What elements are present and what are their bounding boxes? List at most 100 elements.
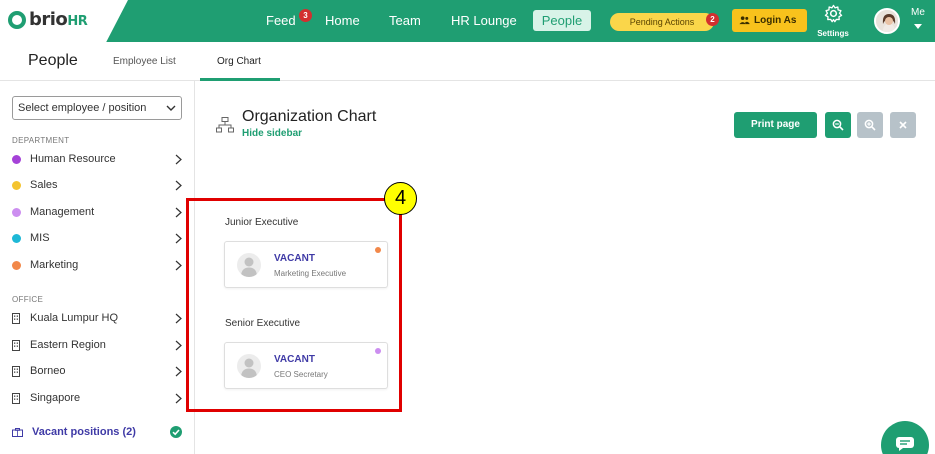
top-navbar: brioHR Feed 3 Home Team HR Lounge People… bbox=[0, 0, 935, 42]
building-icon bbox=[12, 340, 20, 351]
chevron-right-icon bbox=[175, 313, 182, 324]
chevron-right-icon bbox=[175, 340, 182, 351]
settings-label: Settings bbox=[817, 29, 849, 38]
sidebar-item-label: MIS bbox=[30, 232, 50, 244]
chevron-right-icon bbox=[175, 393, 182, 404]
sidebar-item-eastern-region[interactable]: Eastern Region bbox=[12, 337, 184, 355]
department-dot-icon bbox=[12, 181, 21, 190]
zoom-in-button[interactable] bbox=[857, 112, 883, 138]
chevron-right-icon bbox=[175, 366, 182, 377]
chevron-right-icon bbox=[175, 233, 182, 244]
user-avatar[interactable] bbox=[874, 8, 900, 34]
department-status-dot bbox=[375, 348, 381, 354]
sidebar-item-label: Singapore bbox=[30, 392, 81, 404]
chevron-right-icon bbox=[175, 180, 182, 191]
building-icon bbox=[12, 313, 20, 324]
brand-logo[interactable]: brioHR bbox=[8, 9, 88, 30]
department-status-dot bbox=[375, 247, 381, 253]
department-dot-icon bbox=[12, 155, 21, 164]
sidebar-item-singapore[interactable]: Singapore bbox=[12, 390, 184, 408]
department-dot-icon bbox=[12, 234, 21, 243]
nav-feed[interactable]: Feed bbox=[266, 13, 296, 28]
org-chart-title: Organization Chart bbox=[242, 108, 377, 125]
sidebar-item-kuala-lumpur-hq[interactable]: Kuala Lumpur HQ bbox=[12, 310, 184, 328]
login-as-label: Login As bbox=[754, 15, 797, 26]
chevron-right-icon bbox=[175, 154, 182, 165]
sidebar-item-human-resource[interactable]: Human Resource bbox=[12, 151, 184, 169]
employee-position-select[interactable]: Select employee / position bbox=[12, 96, 182, 120]
sidebar-item-label: Marketing bbox=[30, 259, 79, 271]
page-title: People bbox=[28, 52, 78, 69]
zoom-out-button[interactable] bbox=[825, 112, 851, 138]
chat-icon bbox=[896, 437, 914, 451]
group-label-senior-executive: Senior Executive bbox=[225, 318, 301, 329]
sidebar-item-label: Sales bbox=[30, 179, 58, 191]
sidebar-item-marketing[interactable]: Marketing bbox=[12, 257, 184, 275]
sidebar-item-borneo[interactable]: Borneo bbox=[12, 363, 184, 381]
position-holder-name[interactable]: VACANT bbox=[274, 253, 315, 264]
print-page-button[interactable]: Print page bbox=[734, 112, 817, 138]
close-icon bbox=[899, 121, 907, 129]
briefcase-icon bbox=[12, 428, 23, 437]
me-caret-icon[interactable] bbox=[914, 24, 922, 29]
zoom-in-icon bbox=[864, 119, 876, 131]
brand-name: brio bbox=[29, 9, 68, 30]
feed-badge: 3 bbox=[299, 9, 312, 22]
logo-area: brioHR bbox=[0, 0, 128, 42]
vacant-positions-label: Vacant positions (2) bbox=[32, 426, 136, 438]
position-card[interactable]: VACANT CEO Secretary bbox=[224, 342, 388, 389]
sidebar-item-label: Eastern Region bbox=[30, 339, 106, 351]
vacant-positions-filter[interactable]: Vacant positions (2) bbox=[12, 424, 184, 442]
users-icon bbox=[739, 16, 750, 25]
sidebar-item-label: Management bbox=[30, 206, 95, 218]
avatar-image bbox=[876, 10, 898, 32]
zoom-out-icon bbox=[832, 119, 844, 131]
sidebar-item-label: Kuala Lumpur HQ bbox=[30, 312, 119, 324]
department-dot-icon bbox=[12, 208, 21, 217]
hide-sidebar-link[interactable]: Hide sidebar bbox=[242, 128, 302, 139]
sidebar-item-mis[interactable]: MIS bbox=[12, 230, 184, 248]
chat-button[interactable] bbox=[881, 421, 929, 454]
position-card[interactable]: VACANT Marketing Executive bbox=[224, 241, 388, 288]
sidebar-item-sales[interactable]: Sales bbox=[12, 177, 184, 195]
select-placeholder: Select employee / position bbox=[18, 102, 147, 114]
department-dot-icon bbox=[12, 261, 21, 270]
sidebar-item-label: Human Resource bbox=[30, 153, 116, 165]
user-placeholder-icon bbox=[237, 253, 261, 277]
sidebar-item-management[interactable]: Management bbox=[12, 204, 184, 222]
gear-icon bbox=[824, 4, 842, 23]
logo-ring-icon bbox=[8, 10, 26, 29]
tab-employee-list[interactable]: Employee List bbox=[113, 56, 176, 67]
nav-team[interactable]: Team bbox=[389, 13, 421, 28]
login-as-button[interactable]: Login As bbox=[732, 9, 807, 32]
tab-org-chart[interactable]: Org Chart bbox=[217, 56, 261, 67]
position-role: Marketing Executive bbox=[274, 269, 347, 278]
brand-suffix: HR bbox=[67, 14, 88, 29]
settings-button[interactable]: Settings bbox=[814, 4, 852, 38]
check-circle-icon bbox=[170, 426, 182, 438]
position-role: CEO Secretary bbox=[274, 370, 328, 379]
department-heading: DEPARTMENT bbox=[12, 136, 70, 145]
pending-badge: 2 bbox=[706, 13, 719, 26]
pending-actions-button[interactable]: Pending Actions bbox=[610, 13, 714, 31]
sub-header: People Employee List Org Chart bbox=[0, 42, 935, 81]
chevron-right-icon bbox=[175, 260, 182, 271]
nav-hr-lounge[interactable]: HR Lounge bbox=[451, 13, 517, 28]
group-label-junior-executive: Junior Executive bbox=[225, 217, 299, 228]
nav-home[interactable]: Home bbox=[325, 13, 360, 28]
sidebar: Select employee / position DEPARTMENT Hu… bbox=[0, 81, 195, 454]
nav-people[interactable]: People bbox=[533, 10, 591, 31]
position-holder-name[interactable]: VACANT bbox=[274, 354, 315, 365]
reset-zoom-button[interactable] bbox=[890, 112, 916, 138]
chevron-down-icon bbox=[166, 105, 176, 111]
chevron-right-icon bbox=[175, 207, 182, 218]
org-chart-icon bbox=[216, 117, 234, 133]
user-placeholder-icon bbox=[237, 354, 261, 378]
me-label[interactable]: Me bbox=[911, 7, 925, 18]
office-heading: OFFICE bbox=[12, 295, 44, 304]
sidebar-item-label: Borneo bbox=[30, 365, 66, 377]
building-icon bbox=[12, 366, 20, 377]
building-icon bbox=[12, 393, 20, 404]
active-tab-indicator bbox=[200, 78, 280, 81]
step-number-badge: 4 bbox=[384, 182, 417, 215]
